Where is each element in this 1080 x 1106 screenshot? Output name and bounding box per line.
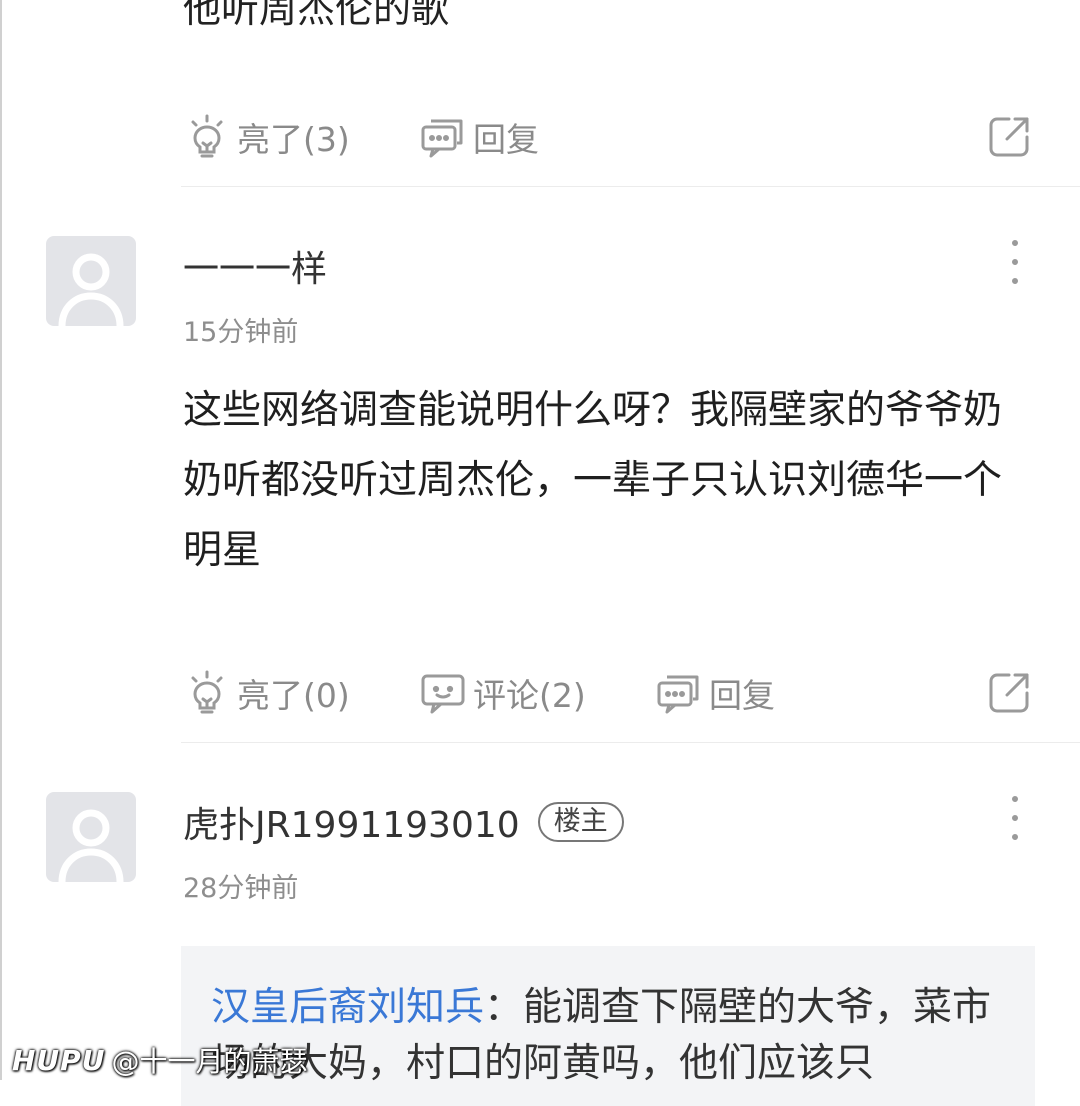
comment-actions: 亮了(0) 评论(2) 回复 bbox=[183, 658, 1080, 728]
avatar-placeholder-icon bbox=[58, 809, 124, 882]
comment-username[interactable]: 虎扑JR1991193010 楼主 bbox=[183, 796, 624, 848]
comment-divider bbox=[181, 742, 1080, 743]
username-text[interactable]: 一一一样 bbox=[183, 240, 327, 292]
share-button[interactable] bbox=[984, 112, 1034, 162]
share-icon bbox=[989, 117, 1029, 157]
more-options-button[interactable] bbox=[1000, 796, 1030, 840]
comment-time: 28分钟前 bbox=[183, 873, 299, 904]
comment-count-label: 评论(2) bbox=[473, 676, 586, 715]
like-button[interactable]: 亮了(3) bbox=[183, 102, 350, 172]
avatar[interactable] bbox=[46, 792, 136, 882]
watermark: HUPU @十一月的萧瑟 bbox=[12, 1040, 307, 1080]
comment-username[interactable]: 一一一样 bbox=[183, 240, 327, 292]
username-text[interactable]: 虎扑JR1991193010 bbox=[183, 796, 520, 848]
reply-bubble-icon bbox=[419, 113, 467, 161]
quote-separator: ： bbox=[484, 985, 524, 1030]
avatar[interactable] bbox=[46, 236, 136, 326]
previous-comment-text: 他听周杰伦的歌 bbox=[183, 0, 450, 31]
more-vertical-icon bbox=[1012, 240, 1018, 246]
avatar-placeholder-icon bbox=[58, 253, 124, 326]
like-count-label: 亮了(3) bbox=[237, 120, 350, 159]
like-count-label: 亮了(0) bbox=[237, 676, 350, 715]
comment-time: 15分钟前 bbox=[183, 317, 299, 348]
left-edge-rule bbox=[0, 0, 2, 1080]
quoted-author-link[interactable]: 汉皇后裔刘知兵 bbox=[211, 985, 484, 1030]
op-badge: 楼主 bbox=[537, 802, 624, 842]
share-icon bbox=[989, 673, 1029, 713]
bulb-icon bbox=[183, 113, 231, 161]
bulb-icon bbox=[183, 669, 231, 717]
hupu-logo: HUPU bbox=[12, 1043, 106, 1077]
comment-button[interactable]: 评论(2) bbox=[419, 658, 586, 728]
comment-divider bbox=[181, 186, 1080, 187]
reply-button[interactable]: 回复 bbox=[655, 658, 775, 728]
quoted-reply-text: 汉皇后裔刘知兵：能调查下隔壁的大爷，菜市场的大妈，村口的阿黄吗，他们应该只 bbox=[211, 980, 1011, 1092]
more-vertical-icon bbox=[1012, 796, 1018, 802]
watermark-text: @十一月的萧瑟 bbox=[111, 1045, 308, 1078]
reply-bubble-icon bbox=[655, 669, 703, 717]
quoted-reply[interactable]: 汉皇后裔刘知兵：能调查下隔壁的大爷，菜市场的大妈，村口的阿黄吗，他们应该只 bbox=[181, 946, 1035, 1106]
reply-button[interactable]: 回复 bbox=[419, 102, 539, 172]
comment-bubble-icon bbox=[419, 669, 467, 717]
more-options-button[interactable] bbox=[1000, 240, 1030, 284]
previous-comment-actions: 亮了(3) 回复 bbox=[183, 102, 1080, 172]
reply-label: 回复 bbox=[473, 120, 539, 159]
comment-content: 这些网络调查能说明什么呀？我隔壁家的爷爷奶奶听都没听过周杰伦，一辈子只认识刘德华… bbox=[183, 388, 1003, 573]
share-button[interactable] bbox=[984, 668, 1034, 718]
like-button[interactable]: 亮了(0) bbox=[183, 658, 350, 728]
reply-label: 回复 bbox=[709, 676, 775, 715]
